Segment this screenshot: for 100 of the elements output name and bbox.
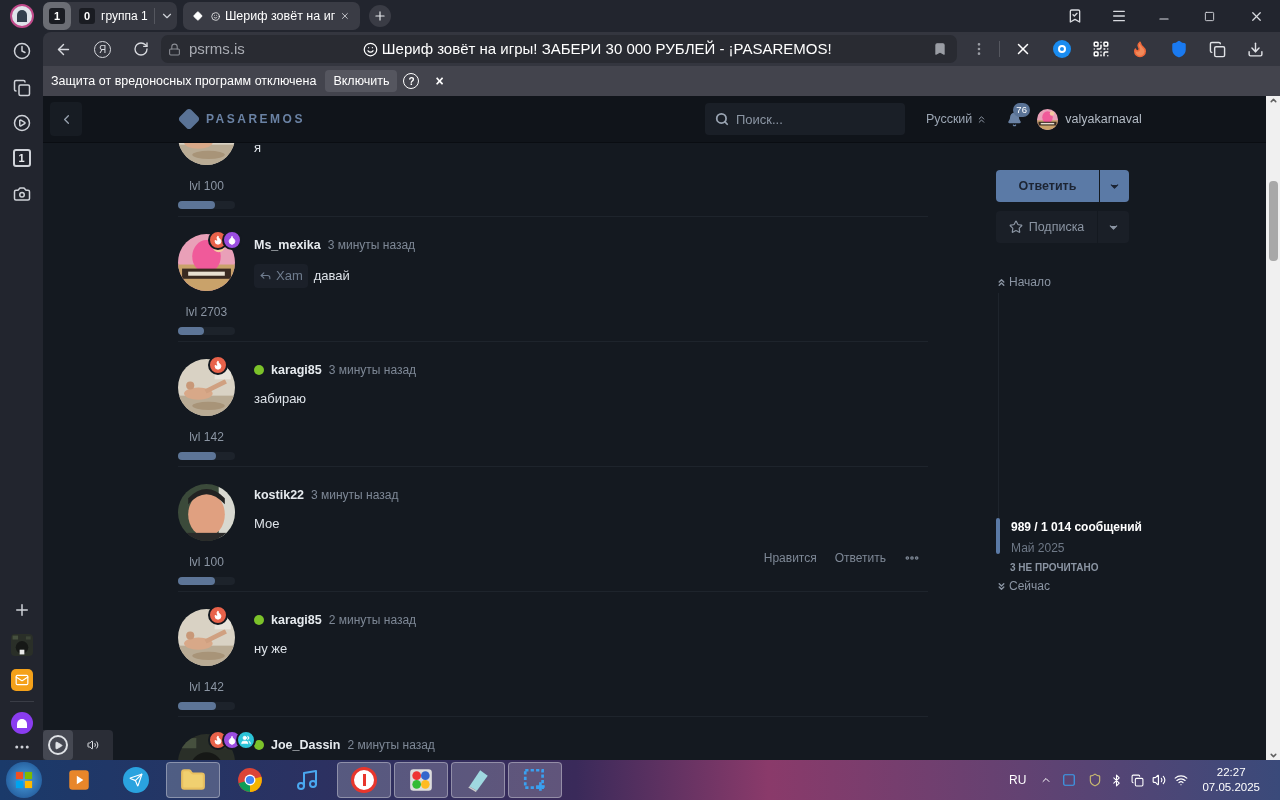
unread-count[interactable]: 3 НЕ ПРОЧИТАНО <box>1010 560 1146 575</box>
smiley-icon <box>210 9 220 23</box>
camera-icon[interactable] <box>12 185 31 203</box>
new-tab-button[interactable] <box>369 5 391 27</box>
volume-icon[interactable] <box>87 739 99 751</box>
double-down-icon <box>996 580 1007 592</box>
search-field[interactable]: Поиск... <box>704 103 905 135</box>
network-icon[interactable] <box>1174 773 1189 787</box>
username[interactable]: Ms_mexika <box>254 235 321 255</box>
app-thumbnail[interactable] <box>10 634 33 656</box>
menu-icon[interactable] <box>1111 8 1127 24</box>
smiley-icon <box>362 41 378 57</box>
folder-icon <box>180 767 206 793</box>
restore-icon[interactable] <box>1204 10 1215 22</box>
bookmark-icon[interactable] <box>933 42 947 56</box>
username[interactable]: Joe_Dassin <box>271 735 341 755</box>
volume-icon[interactable] <box>1152 773 1167 787</box>
taskbar-app[interactable] <box>166 762 220 798</box>
subscribe-button[interactable]: Подписка <box>996 211 1097 243</box>
group-count: 1 <box>49 8 65 24</box>
history-icon[interactable] <box>12 42 31 60</box>
shield-icon[interactable] <box>1170 40 1188 58</box>
fire-icon[interactable] <box>1131 40 1149 58</box>
media-player-icon <box>66 767 92 793</box>
post-text: Мое <box>254 515 280 533</box>
mail-icon[interactable] <box>10 669 33 691</box>
username[interactable]: kostik22 <box>254 485 305 505</box>
close-button[interactable]: × <box>435 70 444 92</box>
tab-title: Шериф зовёт на иг <box>224 7 336 25</box>
url-domain: psrms.is <box>189 38 245 59</box>
language-selector[interactable]: Русский <box>925 109 988 129</box>
language-indicator[interactable]: RU <box>1009 771 1027 789</box>
play-icon[interactable] <box>12 114 31 132</box>
double-up-icon <box>996 276 1007 288</box>
post-text: ну же <box>254 640 288 658</box>
user-level: lvl 100 <box>188 554 225 571</box>
user-level: lvl 142 <box>188 679 225 696</box>
bookmarks-icon[interactable] <box>1067 8 1083 24</box>
download-icon[interactable] <box>1247 40 1264 58</box>
post-position: 989 / 1 014 сообщений <box>1011 519 1142 536</box>
fire-glyph-icon <box>213 610 223 620</box>
scroll-down-icon[interactable] <box>1268 751 1278 760</box>
avatar[interactable] <box>178 234 235 291</box>
user-level: lvl 2703 <box>184 304 229 321</box>
post-time[interactable]: 3 минуты назад <box>327 236 416 254</box>
user-avatar[interactable] <box>1037 108 1059 130</box>
jump-start-link[interactable]: Начало <box>996 273 1146 291</box>
tab-group[interactable]: 1 0 группа 1 <box>43 2 177 30</box>
reply-dropdown-button[interactable] <box>1100 170 1129 202</box>
reply-button[interactable]: Ответить <box>996 170 1099 202</box>
clock-time[interactable]: 22:27 <box>1216 765 1246 780</box>
avatar[interactable] <box>178 359 235 416</box>
page-title: Шериф зовёт на игры! ЗАБЕРИ 30 000 РУБЛЕЙ - ¡PASAREMOS! <box>381 38 832 59</box>
extensions-icon[interactable] <box>1209 40 1226 58</box>
fire-glyph-icon <box>213 360 223 370</box>
username[interactable]: karagi85 <box>271 360 322 380</box>
profile-avatar[interactable] <box>9 4 34 28</box>
username[interactable]: karagi85 <box>271 610 322 630</box>
start-button[interactable] <box>6 762 42 798</box>
browser-tab[interactable]: Шериф зовёт на иг <box>183 2 360 30</box>
post-time[interactable]: 2 минуты назад <box>328 611 417 629</box>
post-time[interactable]: 3 минуты назад <box>328 361 417 379</box>
taskbar-app[interactable] <box>394 762 448 798</box>
play-button[interactable] <box>43 730 73 760</box>
qr-code-icon[interactable] <box>1092 40 1110 58</box>
user-level: lvl 142 <box>188 429 225 446</box>
counter-button[interactable]: 1 <box>12 149 31 167</box>
notebook-icon <box>465 767 491 793</box>
post-time[interactable]: 2 минуты назад <box>347 736 435 754</box>
play-icon <box>53 740 63 750</box>
envelope-icon <box>14 673 29 687</box>
avatar[interactable] <box>178 609 235 666</box>
fire-glyph-icon <box>213 735 223 745</box>
reload-icon[interactable] <box>133 41 149 57</box>
post-time[interactable]: 3 минуты назад <box>311 486 399 504</box>
fire-glyph-icon <box>213 235 223 245</box>
taskbar-app[interactable] <box>451 762 505 798</box>
drop-glyph-icon <box>227 235 237 245</box>
collections-icon[interactable] <box>12 79 31 97</box>
snip-tray-icon[interactable] <box>1062 773 1077 787</box>
assistant-icon[interactable] <box>10 712 33 734</box>
scroll-up-icon[interactable] <box>1268 96 1278 105</box>
post-action-link[interactable]: Нравится <box>763 549 817 567</box>
post-action-link[interactable]: Ответить <box>834 549 886 567</box>
shield-icon[interactable] <box>1088 773 1103 787</box>
address-field[interactable]: psrms.is Шериф зовёт на игры! ЗАБЕРИ 30 000 РУБЛЕЙ - ¡PASAREMOS! <box>161 35 957 63</box>
scrollbar-thumb[interactable] <box>1268 181 1278 261</box>
device-icon[interactable] <box>1131 773 1145 787</box>
infobar-message: Защита от вредоносных программ отключена <box>51 72 317 90</box>
scroller-thumb[interactable] <box>996 518 1000 554</box>
windows-logo-icon <box>15 771 33 789</box>
avatar[interactable] <box>178 484 235 541</box>
quote-reference[interactable]: Xam <box>254 264 308 288</box>
shazam-icon[interactable] <box>1053 40 1071 58</box>
chrome-icon <box>237 767 263 793</box>
clock-date[interactable]: 07.05.2025 <box>1202 780 1260 795</box>
jump-now-link[interactable]: Сейчас <box>996 577 1146 595</box>
enable-button[interactable]: Включить <box>325 70 398 92</box>
user-name[interactable]: valyakarnaval <box>1065 109 1142 129</box>
taskbar-app[interactable] <box>337 762 391 798</box>
